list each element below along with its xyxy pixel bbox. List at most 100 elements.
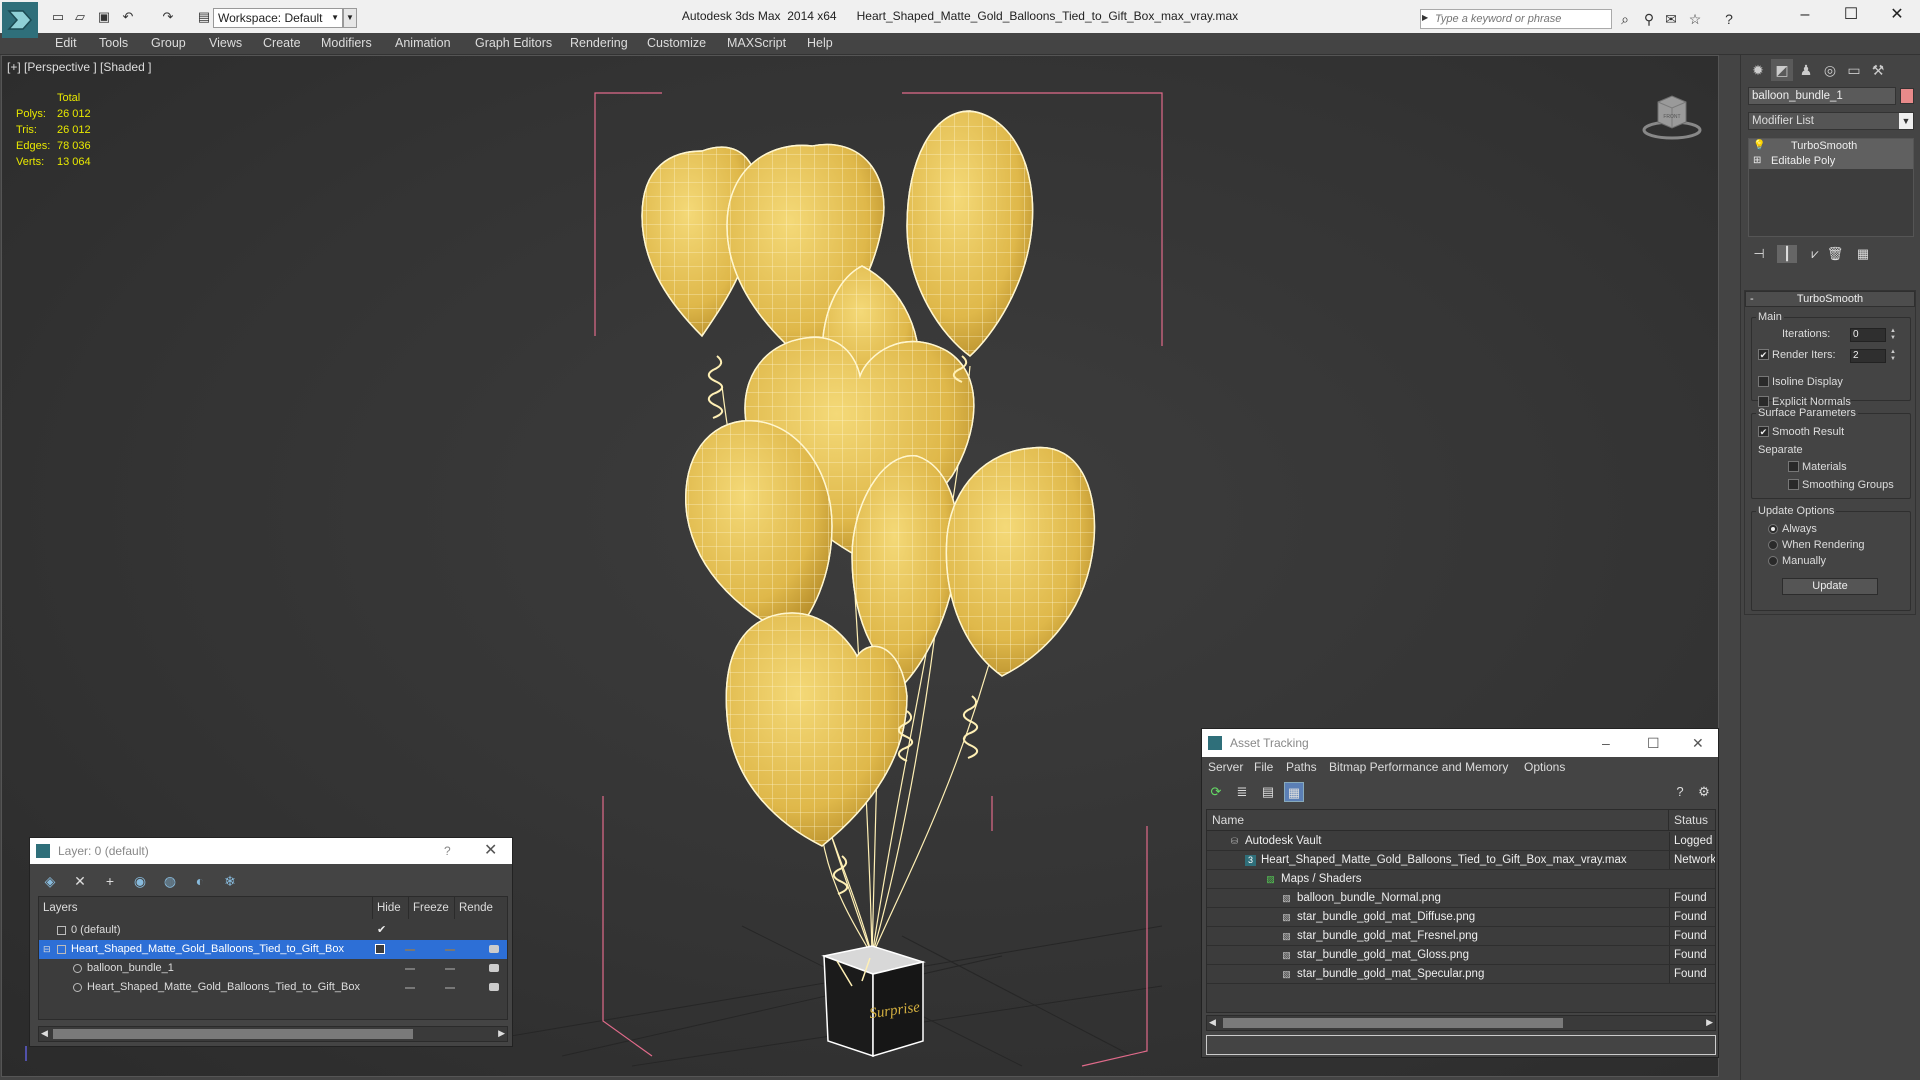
scroll-thumb[interactable] (53, 1029, 413, 1039)
search-expand-icon[interactable]: ▶ (1422, 13, 1428, 22)
highlight-layer-icon[interactable]: ◍ (160, 871, 180, 891)
utilities-tab-icon[interactable]: ⚒ (1867, 59, 1889, 81)
maximize-button[interactable]: ☐ (1828, 0, 1874, 33)
viewport-label[interactable]: [+] [Perspective ] [Shaded ] (7, 60, 151, 74)
asset-row[interactable]: ▧ balloon_bundle_Normal.png Found (1207, 889, 1715, 908)
materials-checkbox[interactable] (1788, 461, 1799, 472)
binoculars-icon[interactable]: ⌕ (1616, 10, 1634, 28)
new-file-icon[interactable]: ▭ (50, 8, 66, 24)
show-end-result-icon[interactable]: ┃ (1777, 245, 1797, 263)
select-objects-icon[interactable]: ◉ (130, 871, 150, 891)
collapse-icon[interactable]: ⊟ (43, 940, 51, 959)
pin-stack-icon[interactable]: ⊣ (1749, 245, 1769, 263)
help-icon[interactable]: ? (1670, 782, 1690, 802)
help-icon[interactable]: ? (1720, 10, 1738, 28)
app-menu-button[interactable] (2, 2, 38, 38)
motion-tab-icon[interactable]: ◎ (1819, 59, 1841, 81)
menu-paths[interactable]: Paths (1286, 760, 1317, 774)
when-rendering-radio[interactable] (1768, 540, 1778, 550)
redo-icon[interactable]: ↷ (160, 8, 176, 24)
favorites-star-icon[interactable]: ☆ (1686, 10, 1704, 28)
close-icon[interactable]: ✕ (484, 838, 497, 864)
menu-tools[interactable]: Tools (99, 36, 128, 50)
menu-edit[interactable]: Edit (55, 36, 77, 50)
menu-modifiers[interactable]: Modifiers (321, 36, 372, 50)
list-view-icon[interactable]: ≣ (1232, 782, 1252, 802)
hide-toggle[interactable] (405, 949, 415, 951)
column-name[interactable]: Name (1207, 810, 1669, 831)
active-layer-box-icon[interactable] (375, 944, 385, 954)
new-layer-icon[interactable]: ◈ (40, 871, 60, 891)
manually-radio[interactable] (1768, 556, 1778, 566)
iterations-spinner[interactable]: 0 (1850, 328, 1886, 342)
menu-create[interactable]: Create (263, 36, 301, 50)
close-button[interactable]: ✕ (1874, 0, 1920, 33)
scroll-thumb[interactable] (1223, 1018, 1563, 1028)
column-layers[interactable]: Layers (39, 897, 373, 919)
hide-toggle[interactable] (405, 968, 415, 970)
maximize-button[interactable]: ☐ (1647, 729, 1660, 757)
close-button[interactable]: ✕ (1692, 729, 1704, 757)
freeze-toggle[interactable] (445, 987, 455, 989)
smooth-result-checkbox[interactable]: ✔ (1758, 426, 1769, 437)
menu-views[interactable]: Views (209, 36, 242, 50)
menu-rendering[interactable]: Rendering (570, 36, 628, 50)
rollout-header[interactable]: - TurboSmooth (1745, 291, 1915, 307)
asset-horizontal-scrollbar[interactable]: ◀ ▶ (1206, 1015, 1716, 1031)
modifier-list-dropdown[interactable]: Modifier List ▼ (1748, 112, 1914, 130)
modify-tab-icon[interactable]: ◩ (1771, 59, 1793, 81)
minimize-button[interactable]: – (1602, 729, 1610, 757)
layer-object-row[interactable]: balloon_bundle_1 (39, 959, 507, 978)
refresh-icon[interactable]: ⟳ (1206, 782, 1226, 802)
save-file-icon[interactable]: ▣ (96, 8, 112, 24)
configure-sets-icon[interactable]: ▦ (1853, 245, 1873, 263)
isoline-display-checkbox[interactable] (1758, 376, 1769, 387)
workspace-dropdown[interactable]: Workspace: Default ▼ (213, 8, 343, 28)
asset-window-titlebar[interactable]: Asset Tracking – ☐ ✕ (1202, 729, 1718, 757)
context-help-icon[interactable]: ⚙ (1694, 782, 1714, 802)
update-button[interactable]: Update (1782, 578, 1878, 595)
spinner-arrows-icon[interactable]: ▲ ▼ (1888, 328, 1898, 342)
scroll-right-icon[interactable]: ▶ (498, 1028, 505, 1039)
freeze-all-icon[interactable]: ❄ (220, 871, 240, 891)
asset-row[interactable]: ⛁ Autodesk Vault Logged C (1207, 832, 1715, 851)
stack-item-editable-poly[interactable]: ⊞ Editable Poly (1749, 154, 1913, 169)
column-freeze[interactable]: Freeze (409, 897, 455, 919)
workspace-menu-icon[interactable]: ▼ (343, 8, 357, 28)
viewcube[interactable]: FRONT (1642, 92, 1702, 142)
remove-modifier-icon[interactable]: 🗑 (1825, 245, 1845, 263)
hide-all-icon[interactable]: ◐ (190, 871, 210, 891)
create-tab-icon[interactable]: ✹ (1747, 59, 1769, 81)
lightbulb-icon[interactable]: 💡 (1753, 141, 1765, 151)
thumbnail-view-icon[interactable]: ▤ (1258, 782, 1278, 802)
layer-row[interactable]: 0 (default) ✔ (39, 921, 507, 940)
expand-plus-icon[interactable]: ⊞ (1753, 156, 1763, 166)
asset-row[interactable]: ▨ Maps / Shaders (1207, 870, 1715, 889)
layer-horizontal-scrollbar[interactable]: ◀ ▶ (38, 1026, 508, 1042)
layer-object-row[interactable]: Heart_Shaped_Matte_Gold_Balloons_Tied_to… (39, 978, 507, 997)
render-iters-spinner[interactable]: 2 (1850, 349, 1886, 363)
layer-row-selected[interactable]: ⊟ Heart_Shaped_Matte_Gold_Balloons_Tied_… (39, 940, 507, 959)
subscription-icon[interactable]: ⚲ (1640, 10, 1658, 28)
smoothing-groups-checkbox[interactable] (1788, 479, 1799, 490)
minimize-button[interactable]: – (1782, 0, 1828, 33)
asset-row[interactable]: 3 Heart_Shaped_Matte_Gold_Balloons_Tied_… (1207, 851, 1715, 870)
search-input[interactable] (1421, 10, 1611, 28)
scroll-left-icon[interactable]: ◀ (41, 1028, 48, 1039)
menu-graph-editors[interactable]: Graph Editors (475, 36, 552, 50)
always-radio[interactable] (1768, 524, 1778, 534)
scroll-right-icon[interactable]: ▶ (1706, 1017, 1713, 1028)
scroll-left-icon[interactable]: ◀ (1209, 1017, 1216, 1028)
search-box[interactable] (1420, 9, 1612, 29)
asset-row[interactable]: ▧ star_bundle_gold_mat_Specular.png Foun… (1207, 965, 1715, 984)
active-layer-check-icon[interactable]: ✔ (377, 921, 386, 940)
menu-bitmap-performance[interactable]: Bitmap Performance and Memory (1329, 760, 1508, 774)
spinner-arrows-icon[interactable]: ▲ ▼ (1888, 349, 1898, 363)
menu-file[interactable]: File (1254, 760, 1273, 774)
layer-window-titlebar[interactable]: Layer: 0 (default) ? ✕ (30, 838, 512, 864)
display-tab-icon[interactable]: ▭ (1843, 59, 1865, 81)
render-toggle-icon[interactable] (489, 983, 499, 991)
menu-server[interactable]: Server (1208, 760, 1243, 774)
column-hide[interactable]: Hide (373, 897, 409, 919)
delete-layer-icon[interactable]: ✕ (70, 871, 90, 891)
